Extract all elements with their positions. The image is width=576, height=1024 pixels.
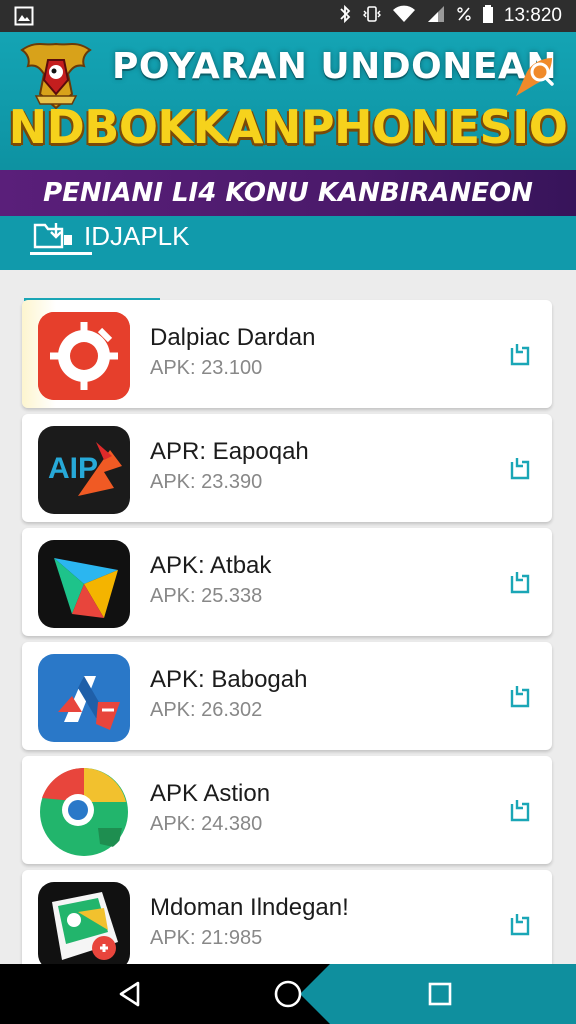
- signal-icon: [426, 4, 446, 29]
- download-icon[interactable]: [506, 796, 534, 824]
- app-size: APK: 23.390: [150, 471, 263, 493]
- app-icon-play: [38, 540, 130, 628]
- search-icon[interactable]: [510, 52, 558, 100]
- app-list[interactable]: Dalpiac Dardan APK: 23.100 AIP APR: Eapo…: [0, 298, 576, 964]
- app-icon-target: [38, 312, 130, 400]
- status-left: [14, 6, 34, 26]
- list-item[interactable]: AIP APR: Eapoqah APK: 23.390: [22, 414, 552, 522]
- list-item[interactable]: APK: Atbak APK: 25.338: [22, 528, 552, 636]
- download-folder-icon: [33, 223, 72, 249]
- download-icon[interactable]: [506, 910, 534, 938]
- app-title: APR: Eapoqah: [150, 438, 309, 465]
- gallery-icon: [14, 6, 34, 26]
- app-size: APK: 26.302: [150, 699, 263, 721]
- banner-title-main: NDBOKKANPHONESIO: [8, 100, 568, 154]
- wifi-icon: [392, 4, 416, 29]
- status-icons: 13:820: [338, 4, 562, 29]
- list-item[interactable]: APK Astion APK: 24.380: [22, 756, 552, 864]
- app-icon-chrome: [38, 768, 130, 856]
- download-icon[interactable]: [506, 682, 534, 710]
- tab-header: IDJAPLK: [0, 216, 576, 270]
- vibrate-icon: [362, 4, 382, 29]
- app-title: APK: Babogah: [150, 666, 308, 693]
- app-size: APK: 21:985: [150, 927, 263, 949]
- download-icon[interactable]: [506, 454, 534, 482]
- download-icon[interactable]: [506, 568, 534, 596]
- app-size: APK: 25.338: [150, 585, 263, 607]
- recents-icon[interactable]: [424, 978, 456, 1010]
- app-icon-photos: [38, 882, 130, 964]
- list-item[interactable]: APK: Babogah APK: 26.302: [22, 642, 552, 750]
- banner-ribbon: PENIANI LI4 KONU KANBIRANEON: [0, 170, 576, 216]
- app-title: Dalpiac Dardan: [150, 324, 316, 351]
- app-size: APK: 23.100: [150, 357, 263, 379]
- battery-icon: [482, 4, 494, 29]
- data-icon: [456, 4, 472, 29]
- app-title: APK Astion: [150, 780, 271, 807]
- app-icon-drive: [38, 654, 130, 742]
- app-title: APK: Atbak: [150, 552, 272, 579]
- download-icon[interactable]: [506, 340, 534, 368]
- bluetooth-icon: [338, 4, 352, 29]
- tab-label: IDJAPLK: [84, 220, 190, 251]
- tab-apk[interactable]: IDJAPLK: [32, 216, 190, 256]
- banner-title-top: POYARAN UNDONEAN: [112, 46, 557, 87]
- app-size: APK: 24.380: [150, 813, 263, 835]
- status-bar: 13:820: [0, 0, 576, 32]
- home-icon[interactable]: [272, 978, 304, 1010]
- banner-subtitle: PENIANI LI4 KONU KANBIRANEON: [43, 178, 533, 208]
- list-item[interactable]: Dalpiac Dardan APK: 23.100: [22, 300, 552, 408]
- promo-banner[interactable]: POYARAN UNDONEAN NDBOKKANPHONESIO PENIAN…: [0, 32, 576, 216]
- navigation-bar: [0, 964, 576, 1024]
- tab-indicator: [30, 252, 92, 255]
- app-icon-aip: AIP: [38, 426, 130, 514]
- app-title: Mdoman Ilndegan!: [150, 894, 349, 921]
- list-item[interactable]: Mdoman Ilndegan! APK: 21:985: [22, 870, 552, 964]
- back-icon[interactable]: [114, 978, 146, 1010]
- status-time: 13:820: [503, 5, 562, 26]
